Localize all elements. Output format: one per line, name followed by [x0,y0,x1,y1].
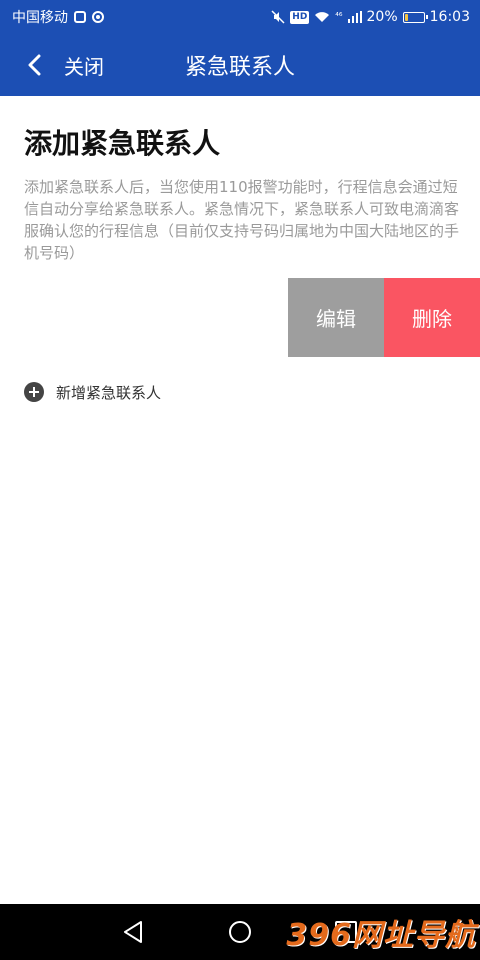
nav-home-icon[interactable] [229,921,251,943]
battery-icon [402,11,428,23]
page-title: 添加紧急联系人 [24,127,221,160]
status-left: 中国移动 [12,0,104,34]
back-button[interactable] [20,50,50,80]
wifi-icon [314,11,330,23]
network-type: ⁴⁶ [335,12,343,22]
app-bar: 紧急联系人 关闭 [0,34,480,96]
hd-icon: HD [290,10,310,24]
plus-circle-icon [24,382,44,402]
contact-swipe-actions: 编辑 删除 [288,278,480,357]
chevron-left-icon [28,54,41,76]
status-bar: 中国移动 HD ⁴⁶ 20% 16:03 [0,0,480,34]
clock: 16:03 [429,9,470,25]
add-contact-label: 新增紧急联系人 [56,383,162,402]
delete-button[interactable]: 删除 [384,278,480,357]
signal-icon [347,11,362,23]
navigation-bar: 396网址导航 [0,904,480,960]
carrier-name: 中国移动 [12,10,68,26]
watermark-logo: 396网址导航 [286,918,476,953]
nav-back-icon[interactable] [122,920,144,944]
edit-button[interactable]: 编辑 [288,278,384,357]
mute-icon [271,10,285,24]
battery-percent: 20% [366,9,398,25]
notification-badge-icon [92,11,104,23]
add-contact-button[interactable]: 新增紧急联系人 [24,380,161,404]
status-right: HD ⁴⁶ 20% 16:03 [271,0,470,34]
battery-fill [404,13,408,21]
close-button[interactable]: 关闭 [64,34,104,96]
notification-app-icon [74,11,86,23]
description-text: 添加紧急联系人后，当您使用110报警功能时，行程信息会通过短信自动分享给紧急联系… [24,178,460,262]
